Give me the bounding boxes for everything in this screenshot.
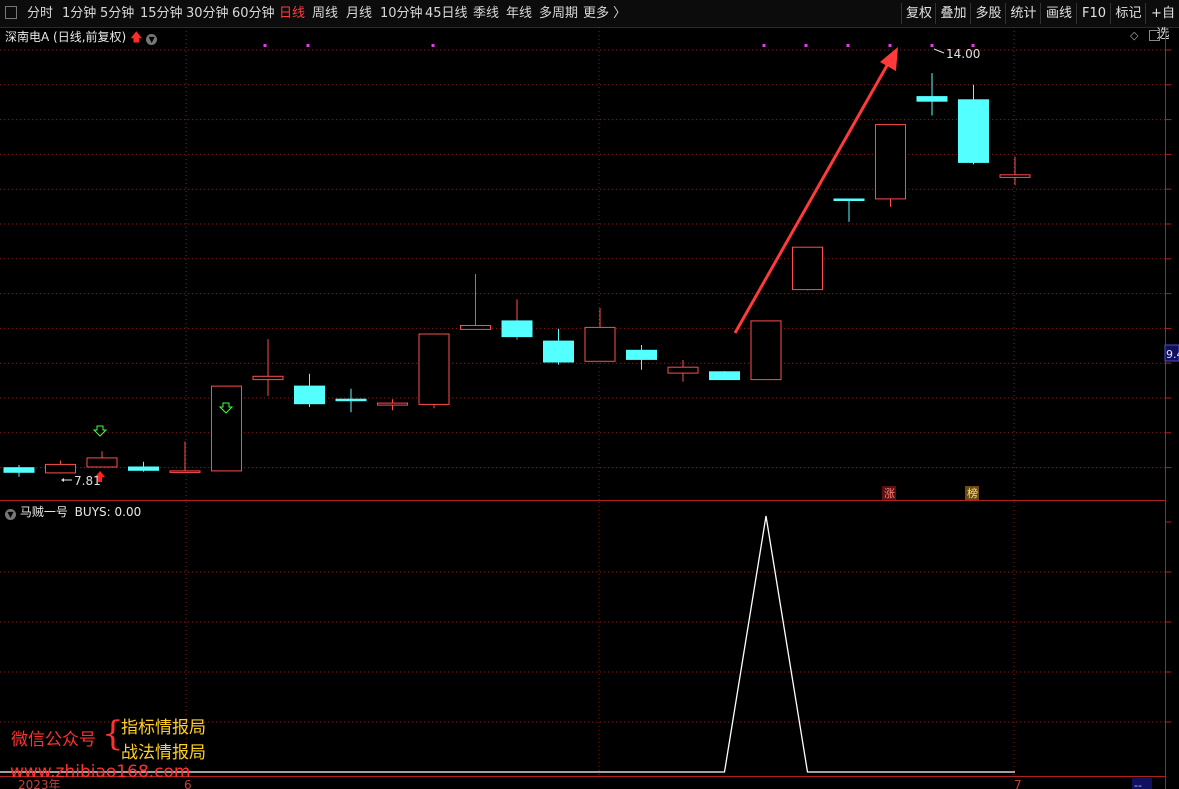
trend-arrow-head [880, 47, 898, 71]
kline-chart[interactable]: 7.8114.00涨榜9.42023年67-- [0, 0, 1179, 789]
candle-body [916, 96, 948, 102]
event-marker [762, 44, 766, 47]
candle-body [626, 349, 657, 360]
candle-body [169, 470, 201, 473]
candle-body [750, 320, 782, 381]
indicator-value: BUYS: 0.00 [74, 505, 142, 519]
low-label-pointer [61, 478, 64, 482]
candle-body [294, 385, 325, 405]
price-tag-text: 9.4 [1166, 348, 1179, 361]
main-panel-title: 深南电A (日线,前复权) 🡅 ▼ [5, 28, 158, 49]
bang-badge-text: 榜 [967, 486, 978, 500]
time-axis-label: 7 [1014, 778, 1022, 789]
event-marker [930, 44, 934, 47]
candle-body [875, 124, 906, 200]
event-marker [846, 44, 850, 47]
watermark-wechat: 微信公众号 [11, 730, 96, 750]
candle-body [86, 457, 118, 468]
candle-body [45, 463, 76, 474]
candle-body [460, 325, 491, 330]
diamond-icon[interactable]: ◇ [1130, 29, 1138, 42]
chevron-down-icon[interactable]: ▼ [5, 509, 16, 520]
chevron-down-icon[interactable]: ▼ [146, 34, 158, 45]
axis-corner-text: -- [1134, 779, 1142, 789]
event-marker [263, 44, 267, 47]
event-marker [306, 44, 310, 47]
candle-body [958, 99, 989, 163]
candle-body [211, 385, 242, 472]
indicator-panel-title: ▼ 马贼一号 BUYS: 0.00 [5, 503, 141, 520]
candle-body [584, 326, 616, 362]
high-label-pointer [933, 48, 945, 54]
candle-body [418, 333, 450, 405]
event-marker [888, 44, 892, 47]
watermark-line2: 战法情报局 [121, 743, 206, 763]
candle-body [709, 371, 740, 381]
candle-body [543, 340, 574, 363]
low-price-label: 7.81 [74, 474, 101, 488]
candle-body [999, 174, 1031, 178]
zhang-badge-text: 涨 [884, 487, 895, 500]
event-marker [804, 44, 808, 47]
candle-body [128, 466, 159, 471]
high-price-label: 14.00 [946, 47, 980, 61]
buy-arrow-icon [92, 425, 108, 437]
candle-body [501, 320, 533, 338]
chart-mode: (日线,前复权) [53, 30, 127, 44]
trend-arrow [733, 61, 891, 334]
watermark-line1: 指标情报局 [121, 718, 206, 738]
candle-body [792, 246, 823, 291]
candle-body [667, 366, 699, 374]
panel-maximize-icon[interactable] [1149, 30, 1160, 41]
arrow-up-icon: 🡅 [130, 30, 143, 44]
candle-body [3, 467, 35, 473]
candle-body [377, 402, 408, 406]
candle-body [252, 375, 284, 381]
watermark-url: www.zhibiao168.com [10, 762, 191, 782]
candle-body [335, 398, 367, 402]
candle-body [833, 198, 865, 201]
stock-name: 深南电A [5, 30, 50, 44]
indicator-name: 马贼一号 [19, 505, 68, 519]
event-marker [431, 44, 435, 47]
